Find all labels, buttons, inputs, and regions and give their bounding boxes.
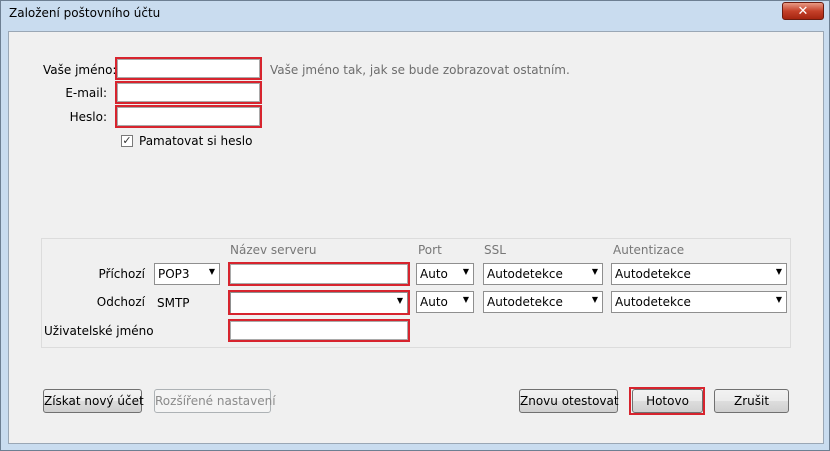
username-label: Uživatelské jméno [44, 324, 154, 338]
outgoing-protocol: SMTP [157, 296, 190, 310]
incoming-ssl-select[interactable]: Autodetekce ▼ [483, 263, 603, 285]
name-input-highlight [115, 57, 262, 80]
chevron-down-icon: ▼ [462, 295, 469, 304]
column-header-server: Název serveru [230, 243, 317, 257]
email-input-highlight [115, 81, 262, 104]
outgoing-label: Odchozí [96, 295, 145, 309]
chevron-down-icon: ▼ [591, 267, 598, 276]
chevron-down-icon: ▼ [591, 295, 598, 304]
incoming-auth-value: Autodetekce [615, 267, 691, 281]
cancel-button[interactable]: Zrušit [714, 389, 789, 413]
incoming-label: Příchozí [98, 267, 145, 281]
dialog-content: Vaše jméno: Vaše jméno tak, jak se bude … [8, 31, 824, 444]
name-hint: Vaše jméno tak, jak se bude zobrazovat o… [270, 63, 570, 77]
title-bar: Založení poštovního účtu ✕ [1, 1, 829, 27]
close-button[interactable]: ✕ [782, 2, 824, 20]
advanced-settings-button[interactable]: Rozšířené nastavení [154, 389, 276, 413]
incoming-ssl-value: Autodetekce [487, 267, 563, 281]
remember-password-checkbox[interactable]: ✓ [121, 135, 133, 147]
outgoing-port-value: Auto [420, 295, 448, 309]
chevron-down-icon: ▼ [208, 267, 215, 276]
outgoing-ssl-value: Autodetekce [487, 295, 563, 309]
password-input-highlight [115, 105, 262, 128]
window-title: Založení poštovního účtu [9, 6, 161, 20]
incoming-port-value: Auto [420, 267, 448, 281]
incoming-protocol-select[interactable]: POP3 ▼ [154, 263, 220, 285]
chevron-down-icon: ▼ [775, 267, 782, 276]
column-header-port: Port [418, 243, 442, 257]
outgoing-server-highlight [228, 290, 410, 315]
chevron-down-icon: ▼ [462, 267, 469, 276]
dialog-window: Založení poštovního účtu ✕ Vaše jméno: V… [0, 0, 830, 451]
chevron-down-icon: ▼ [775, 295, 782, 304]
incoming-auth-select[interactable]: Autodetekce ▼ [611, 263, 787, 285]
outgoing-auth-value: Autodetekce [615, 295, 691, 309]
get-new-account-button[interactable]: Získat nový účet [43, 389, 144, 413]
done-button-highlight [629, 387, 705, 415]
remember-password-label[interactable]: Pamatovat si heslo [139, 134, 252, 148]
name-label: Vaše jméno: [43, 63, 117, 77]
outgoing-port-select[interactable]: Auto ▼ [416, 291, 474, 313]
server-settings-group: Název serveru Port SSL Autentizace Přích… [41, 238, 791, 348]
incoming-protocol-value: POP3 [158, 267, 190, 281]
outgoing-ssl-select[interactable]: Autodetekce ▼ [483, 291, 603, 313]
username-input-highlight [228, 319, 410, 342]
incoming-port-select[interactable]: Auto ▼ [416, 263, 474, 285]
close-icon: ✕ [797, 4, 809, 19]
outgoing-auth-select[interactable]: Autodetekce ▼ [611, 291, 787, 313]
checkmark-icon: ✓ [122, 134, 132, 147]
column-header-ssl: SSL [484, 243, 506, 257]
password-label: Heslo: [69, 110, 107, 124]
email-label: E-mail: [65, 86, 107, 100]
incoming-server-highlight [228, 262, 410, 286]
column-header-auth: Autentizace [613, 243, 685, 257]
retest-button[interactable]: Znovu otestovat [519, 389, 619, 413]
